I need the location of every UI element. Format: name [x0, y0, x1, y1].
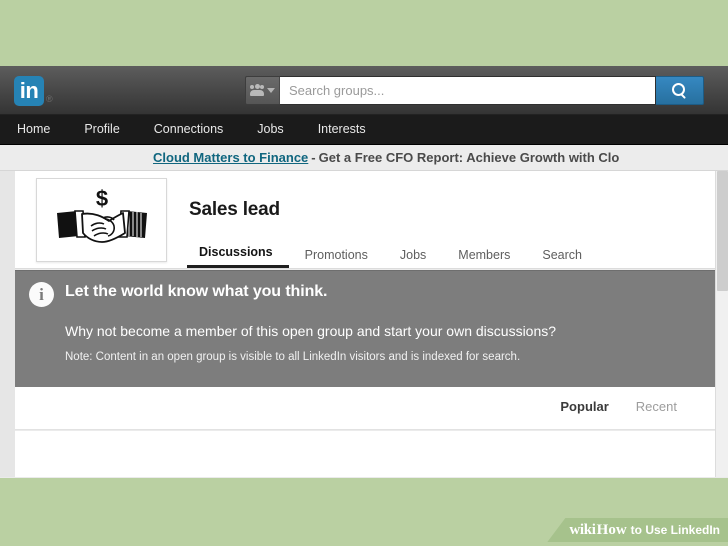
sort-option-popular[interactable]: Popular — [560, 399, 608, 414]
browser-viewport: in ® Home Profile Connections — [0, 66, 728, 478]
tab-promotions[interactable]: Promotions — [289, 248, 384, 268]
global-search-area — [245, 76, 704, 105]
info-circle-icon: i — [29, 282, 54, 307]
search-facet-dropdown[interactable] — [245, 76, 279, 105]
join-group-info-panel: i Let the world know what you think. Why… — [15, 270, 715, 387]
nav-item-jobs[interactable]: Jobs — [240, 115, 300, 144]
screenshot-root: in ® Home Profile Connections — [0, 0, 728, 546]
wikihow-watermark: wiki How to Use LinkedIn — [547, 518, 728, 542]
info-panel-heading: Let the world know what you think. — [65, 283, 328, 300]
groups-people-icon — [250, 84, 264, 96]
watermark-wiki: wiki — [569, 521, 596, 538]
group-page-body: $ Sales lead Discussions Promotions Jobs… — [0, 171, 728, 477]
watermark-suffix: to Use LinkedIn — [630, 523, 720, 537]
page-scrollbar[interactable] — [715, 171, 728, 477]
group-title: Sales lead — [189, 199, 280, 220]
primary-navigation: Home Profile Connections Jobs Interests — [0, 115, 728, 145]
group-logo: $ — [36, 178, 167, 262]
sponsored-banner-text: Get a Free CFO Report: Achieve Growth wi… — [318, 150, 620, 165]
tab-search[interactable]: Search — [526, 248, 598, 268]
chevron-down-icon — [267, 88, 275, 93]
svg-text:$: $ — [95, 186, 107, 211]
tab-discussions[interactable]: Discussions — [187, 245, 289, 268]
sponsored-banner-separator: - — [311, 150, 316, 165]
sort-options: Popular Recent — [560, 399, 677, 414]
tab-members[interactable]: Members — [442, 248, 526, 268]
sponsored-banner: Cloud Matters to Finance - Get a Free CF… — [0, 145, 728, 171]
left-gutter — [0, 171, 15, 477]
nav-item-profile[interactable]: Profile — [67, 115, 136, 144]
linkedin-logo-mark: in — [14, 76, 44, 106]
group-header-card: $ Sales lead Discussions Promotions Jobs… — [15, 171, 715, 269]
search-input[interactable] — [279, 76, 656, 105]
watermark-how: How — [596, 521, 627, 538]
tab-jobs[interactable]: Jobs — [384, 248, 442, 268]
info-panel-note: Note: Content in an open group is visibl… — [65, 351, 521, 363]
nav-item-home[interactable]: Home — [10, 115, 67, 144]
search-icon — [672, 83, 687, 98]
sort-option-recent[interactable]: Recent — [636, 399, 677, 414]
search-submit-button[interactable] — [656, 76, 704, 105]
nav-item-connections[interactable]: Connections — [137, 115, 241, 144]
handshake-dollar-icon: $ — [56, 186, 147, 243]
info-panel-subheading: Why not become a member of this open gro… — [65, 323, 557, 339]
page-scrollbar-thumb[interactable] — [717, 171, 728, 291]
discussion-feed-area — [15, 431, 715, 477]
discussion-sort-row: Popular Recent — [15, 387, 715, 430]
nav-item-interests[interactable]: Interests — [301, 115, 383, 144]
linkedin-logo[interactable]: in ® — [14, 76, 53, 106]
group-tabs: Discussions Promotions Jobs Members Sear… — [187, 240, 598, 268]
registered-mark-icon: ® — [46, 94, 53, 104]
sponsored-banner-link[interactable]: Cloud Matters to Finance — [153, 150, 308, 165]
linkedin-global-header: in ® — [0, 66, 728, 115]
